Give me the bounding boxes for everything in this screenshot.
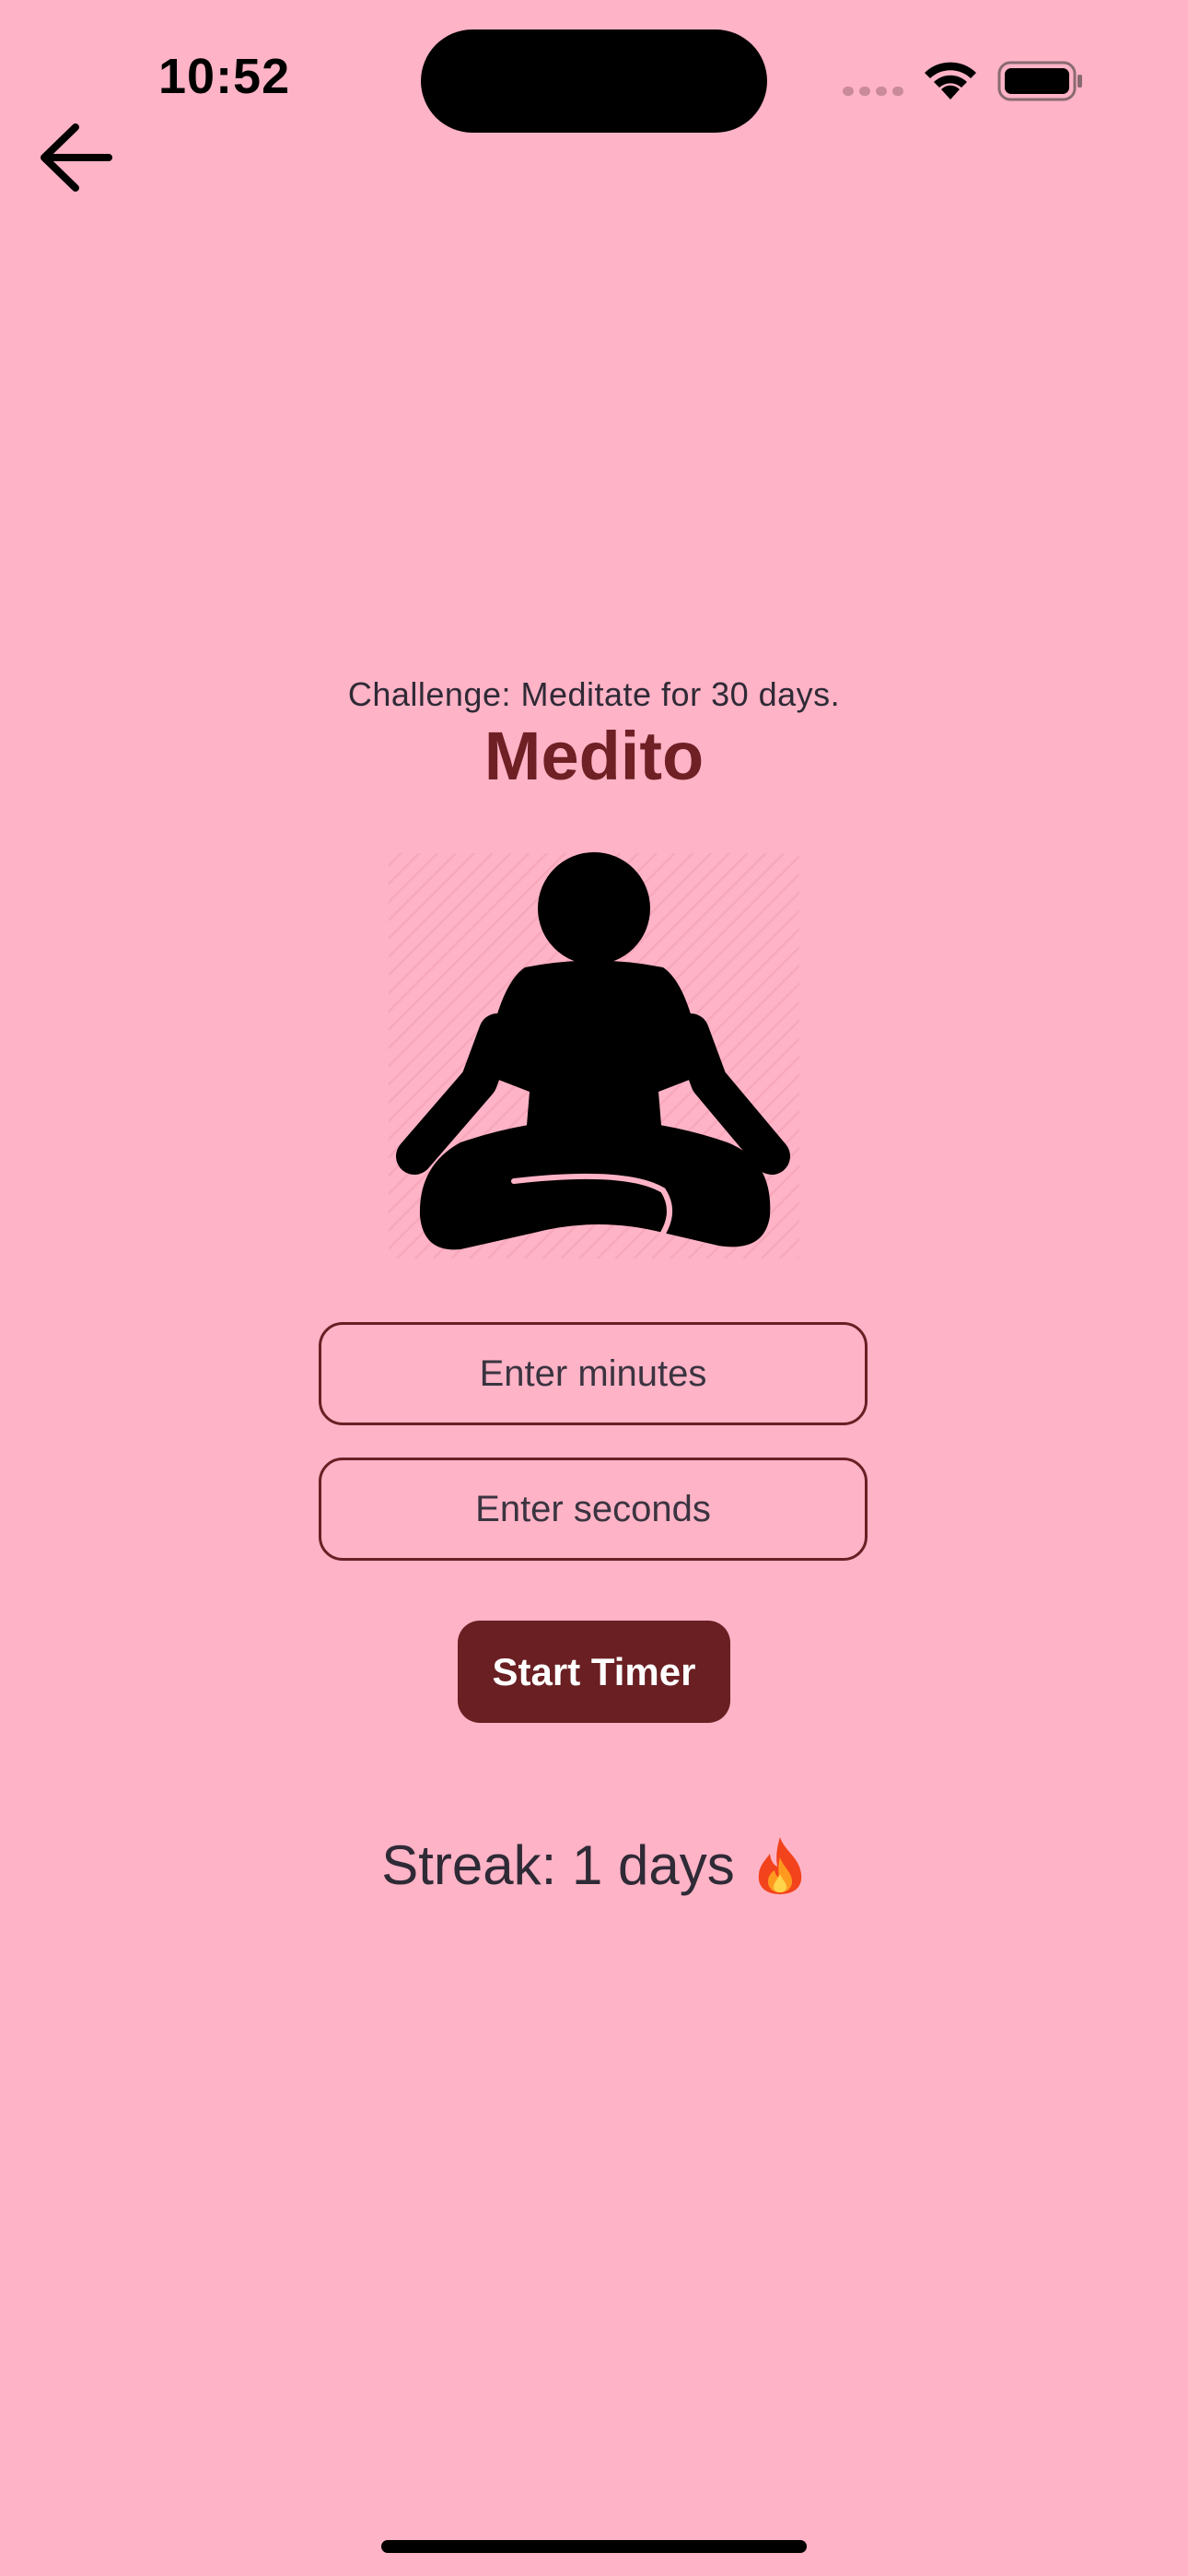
app-title: Medito <box>483 718 705 794</box>
meditation-person-icon <box>387 848 801 1271</box>
streak-display: Streak: 1 days <box>0 1833 1188 1897</box>
back-button[interactable] <box>37 120 120 195</box>
status-time: 10:52 <box>158 49 291 104</box>
seconds-input[interactable] <box>319 1458 868 1561</box>
fire-icon <box>753 1835 807 1896</box>
minutes-input[interactable] <box>319 1322 868 1425</box>
start-timer-button[interactable]: Start Timer <box>458 1621 730 1723</box>
challenge-text: Challenge: Meditate for 30 days. <box>347 675 841 713</box>
wifi-icon <box>921 57 980 101</box>
arrow-left-icon <box>41 123 112 192</box>
cellular-signal-icon <box>843 85 905 98</box>
dynamic-island <box>421 29 767 133</box>
streak-text: Streak: 1 days <box>381 1834 735 1896</box>
home-indicator <box>381 2540 807 2553</box>
battery-icon <box>997 61 1084 101</box>
